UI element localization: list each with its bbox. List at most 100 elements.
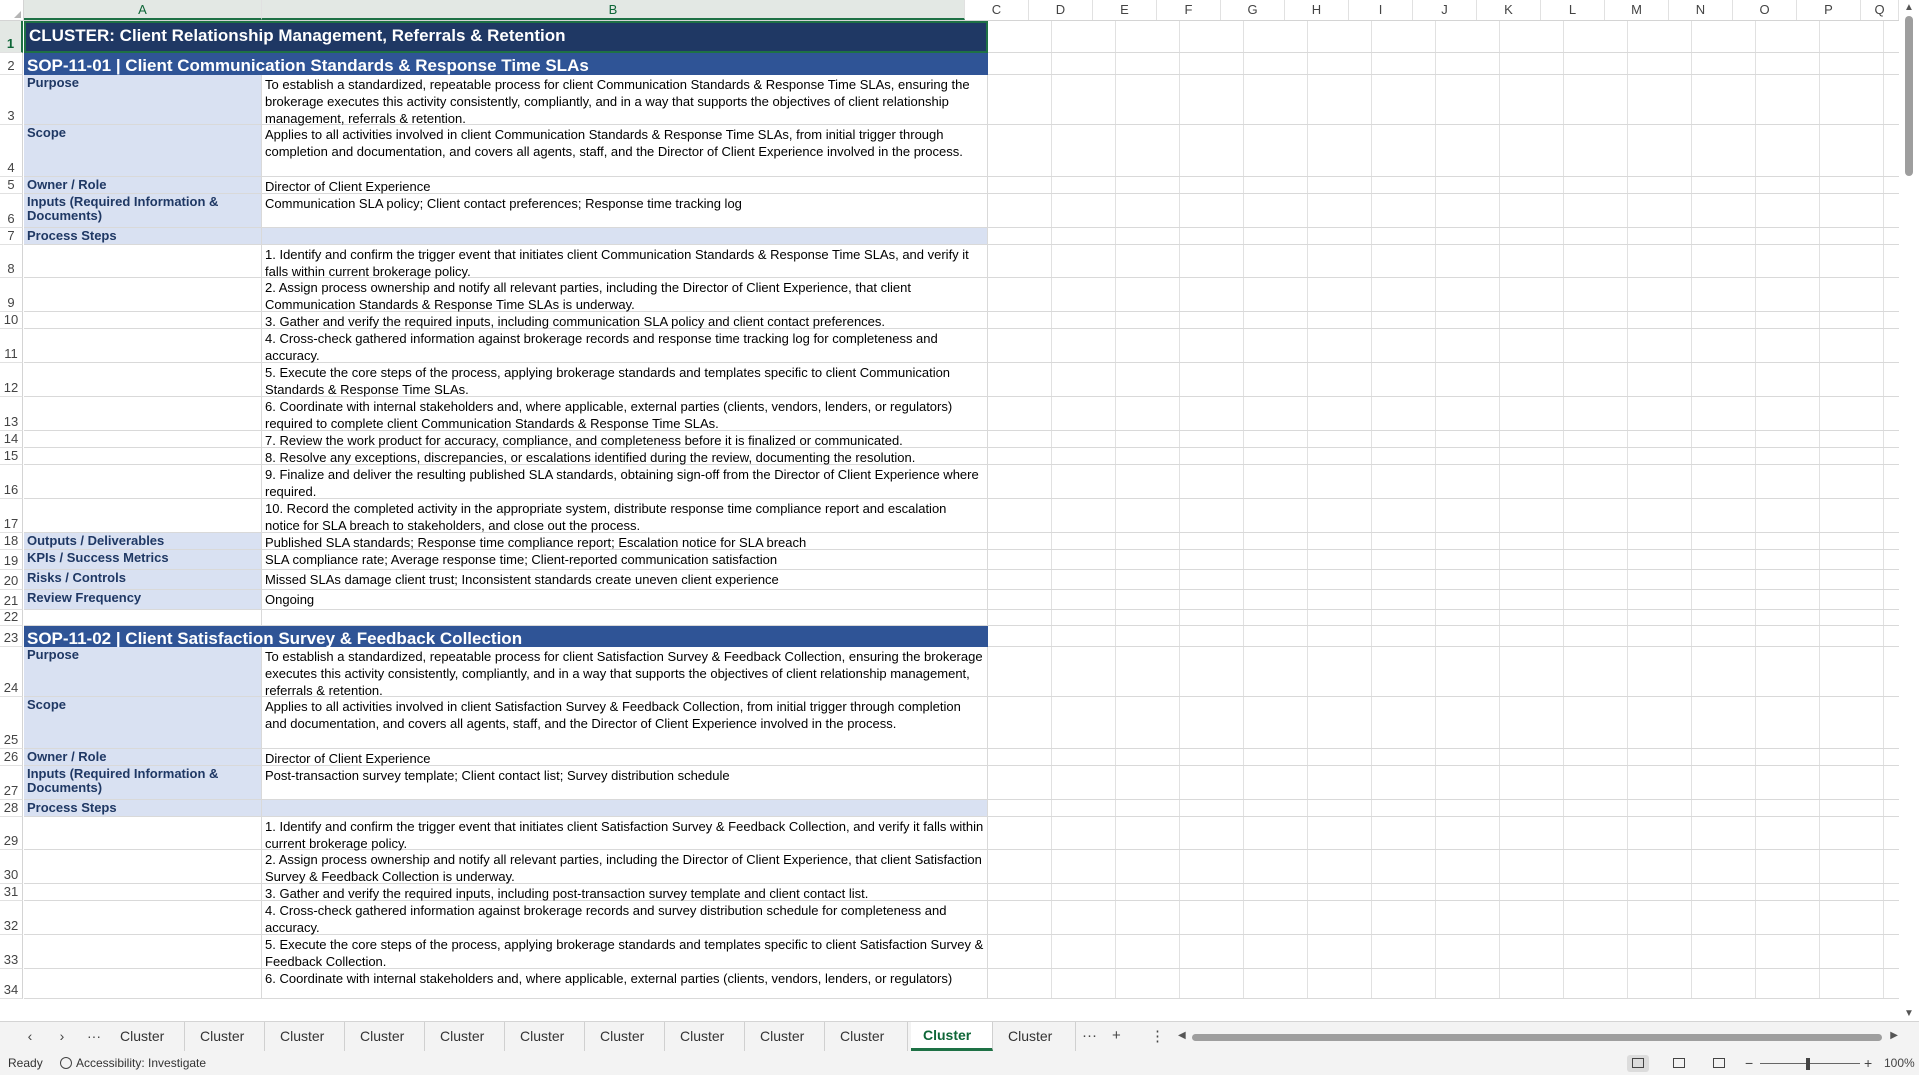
label-cell[interactable] <box>24 245 262 278</box>
content-cell[interactable]: SLA compliance rate; Average response ti… <box>262 550 988 570</box>
row-header[interactable]: 7 <box>0 228 23 245</box>
column-header-c[interactable]: C <box>965 0 1029 20</box>
row-header[interactable]: 16 <box>0 465 23 499</box>
content-cell[interactable]: To establish a standardized, repeatable … <box>262 75 988 126</box>
row-header[interactable]: 21 <box>0 590 23 610</box>
content-cell[interactable]: 6. Coordinate with internal stakeholders… <box>262 397 988 431</box>
column-header-g[interactable]: G <box>1221 0 1285 20</box>
label-cell[interactable] <box>24 499 262 533</box>
sheet-tab[interactable]: Cluster 6 <box>508 1022 585 1073</box>
sheet-tab[interactable]: Cluster 4 <box>348 1022 425 1073</box>
row-header[interactable]: 30 <box>0 850 23 884</box>
scroll-left-icon[interactable]: ◀ <box>1178 1030 1186 1041</box>
empty-cells[interactable] <box>988 766 1899 800</box>
sheet-options-icon[interactable]: ⋮ <box>1150 1027 1165 1045</box>
row-header[interactable]: 26 <box>0 749 23 766</box>
label-cell[interactable]: Purpose <box>24 647 262 697</box>
empty-cells[interactable] <box>988 800 1899 817</box>
column-header-m[interactable]: M <box>1605 0 1669 20</box>
row-header[interactable]: 1 <box>0 21 23 53</box>
content-cell[interactable]: 1. Identify and confirm the trigger even… <box>262 817 988 851</box>
vertical-scrollbar[interactable]: ▲ ▼ <box>1899 0 1919 1021</box>
row-header[interactable]: 11 <box>0 329 23 363</box>
column-header-q[interactable]: Q <box>1861 0 1899 20</box>
label-cell[interactable] <box>24 329 262 363</box>
zoom-slider-knob[interactable] <box>1806 1058 1810 1070</box>
normal-view-button[interactable] <box>1627 1055 1649 1072</box>
row-header[interactable]: 5 <box>0 177 23 194</box>
empty-cells[interactable] <box>988 465 1899 499</box>
empty-cells[interactable] <box>988 850 1899 884</box>
row-header[interactable]: 20 <box>0 570 23 590</box>
empty-cells[interactable] <box>988 245 1899 278</box>
empty-cells[interactable] <box>988 610 1899 626</box>
label-cell[interactable] <box>24 448 262 465</box>
label-cell[interactable] <box>24 850 262 884</box>
sheet-tab[interactable]: Cluster 11 <box>911 1022 993 1070</box>
label-cell[interactable] <box>24 935 262 969</box>
empty-cells[interactable] <box>988 278 1899 312</box>
label-cell[interactable] <box>24 610 262 626</box>
column-header-h[interactable]: H <box>1285 0 1349 20</box>
column-header-d[interactable]: D <box>1029 0 1093 20</box>
content-cell[interactable]: 2. Assign process ownership and notify a… <box>262 278 988 312</box>
row-header[interactable]: 14 <box>0 431 23 448</box>
section-title-cell[interactable]: SOP-11-02 | Client Satisfaction Survey &… <box>24 626 988 648</box>
zoom-in-icon[interactable]: + <box>1864 1052 1872 1075</box>
row-header[interactable]: 17 <box>0 499 23 533</box>
empty-cells[interactable] <box>988 125 1899 177</box>
row-header[interactable]: 29 <box>0 817 23 850</box>
row-header[interactable]: 34 <box>0 969 23 999</box>
content-cell[interactable] <box>262 228 988 245</box>
select-all-corner[interactable] <box>0 0 24 20</box>
zoom-level[interactable]: 100% <box>1884 1052 1915 1075</box>
empty-cells[interactable] <box>988 329 1899 363</box>
sheet-tab[interactable]: Cluster 5 <box>428 1022 505 1073</box>
row-header[interactable]: 2 <box>0 53 23 75</box>
column-header-o[interactable]: O <box>1733 0 1797 20</box>
label-cell[interactable]: Owner / Role <box>24 749 262 766</box>
label-cell[interactable]: Inputs (Required Information & Documents… <box>24 194 262 228</box>
row-header[interactable]: 24 <box>0 647 23 697</box>
empty-cells[interactable] <box>988 53 1899 75</box>
column-header-n[interactable]: N <box>1669 0 1733 20</box>
label-cell[interactable]: KPIs / Success Metrics <box>24 550 262 570</box>
label-cell[interactable] <box>24 465 262 499</box>
label-cell[interactable] <box>24 363 262 397</box>
empty-cells[interactable] <box>988 570 1899 590</box>
scroll-down-icon[interactable]: ▼ <box>1904 1008 1914 1019</box>
label-cell[interactable]: Process Steps <box>24 228 262 245</box>
label-cell[interactable] <box>24 278 262 312</box>
label-cell[interactable]: Outputs / Deliverables <box>24 533 262 550</box>
more-tabs-icon[interactable]: ··· <box>1082 1027 1097 1044</box>
row-header[interactable]: 10 <box>0 312 23 329</box>
empty-cells[interactable] <box>988 312 1899 329</box>
sheet-tab[interactable]: Cluster 9 <box>748 1022 825 1073</box>
content-cell[interactable]: 8. Resolve any exceptions, discrepancies… <box>262 448 988 465</box>
content-cell[interactable]: To establish a standardized, repeatable … <box>262 647 988 698</box>
empty-cells[interactable] <box>988 550 1899 570</box>
content-cell[interactable]: Applies to all activities involved in cl… <box>262 697 988 749</box>
empty-cells[interactable] <box>988 626 1899 647</box>
content-cell[interactable]: Applies to all activities involved in cl… <box>262 125 988 177</box>
sheet-tab[interactable]: Cluster 7 <box>588 1022 665 1073</box>
empty-cells[interactable] <box>988 397 1899 431</box>
column-header-p[interactable]: P <box>1797 0 1861 20</box>
content-cell[interactable] <box>262 610 988 626</box>
empty-cells[interactable] <box>988 228 1899 245</box>
sheet-tab[interactable]: Cluster 2 <box>188 1022 265 1073</box>
empty-cells[interactable] <box>988 21 1899 53</box>
empty-cells[interactable] <box>988 431 1899 448</box>
sheet-tab[interactable]: Cluster 10 <box>828 1022 908 1073</box>
zoom-out-icon[interactable]: − <box>1745 1052 1753 1075</box>
content-cell[interactable]: 5. Execute the core steps of the process… <box>262 935 988 969</box>
page-layout-view-button[interactable] <box>1668 1055 1690 1072</box>
content-cell[interactable]: 2. Assign process ownership and notify a… <box>262 850 988 884</box>
empty-cells[interactable] <box>988 590 1899 610</box>
row-header[interactable]: 18 <box>0 533 23 550</box>
page-break-view-button[interactable] <box>1708 1055 1730 1072</box>
content-cell[interactable] <box>262 800 988 817</box>
column-header-f[interactable]: F <box>1157 0 1221 20</box>
label-cell[interactable]: Process Steps <box>24 800 262 817</box>
row-header[interactable]: 12 <box>0 363 23 397</box>
